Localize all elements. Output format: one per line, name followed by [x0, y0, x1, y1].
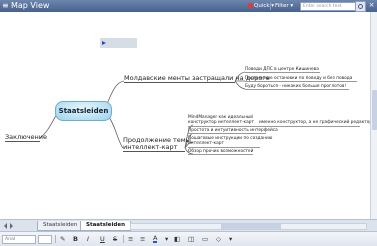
more-options-icon[interactable]: ▾: [229, 235, 232, 243]
font-color-button[interactable]: A: [153, 235, 158, 243]
subtopic-underline: [188, 147, 260, 148]
dropdown-arrow-icon[interactable]: ▾: [165, 235, 168, 243]
subtopic-underline: [245, 72, 320, 73]
subtopic-underline: [245, 81, 357, 82]
tab-staatsleiden-1[interactable]: Staatsleiden: [37, 221, 84, 231]
topic-conclusion[interactable]: Заключение: [5, 133, 47, 141]
align-left-icon[interactable]: ≡: [128, 235, 133, 243]
font-size-select[interactable]: [38, 235, 52, 244]
topic-continuation-line2[interactable]: интеллект-карт: [123, 143, 177, 151]
topic-underline: [124, 82, 235, 83]
shape-icon[interactable]: ◇: [216, 235, 221, 243]
topic-underline: [123, 151, 185, 152]
tab-prev-icon[interactable]: [4, 223, 7, 229]
font-family-select[interactable]: Arial: [2, 235, 36, 244]
subtopic-underline: [245, 89, 349, 90]
subtopic-underline: [188, 154, 253, 155]
strikethrough-button[interactable]: S: [113, 235, 117, 243]
format-toolbar: Arial ✎ B I U S ≡ ≡ A ▾ ◧ ◫ ▭ ◇ ▾: [0, 231, 377, 246]
format-painter-icon[interactable]: ✎: [60, 235, 65, 243]
border-icon[interactable]: ▭: [202, 235, 208, 243]
tab-staatsleiden-2[interactable]: Staatsleiden: [80, 221, 131, 231]
line-color-icon[interactable]: ◫: [188, 235, 194, 243]
toolbar-separator: [55, 235, 56, 243]
underline-button[interactable]: U: [100, 235, 105, 243]
toolbar-separator: [123, 235, 124, 243]
vertical-scrollbar[interactable]: [370, 12, 377, 219]
italic-button[interactable]: I: [87, 235, 89, 243]
bold-button[interactable]: B: [73, 235, 78, 243]
selected-marker[interactable]: [100, 38, 137, 48]
fill-color-icon[interactable]: ◧: [174, 235, 180, 243]
horizontal-scroll-thumb[interactable]: [221, 224, 281, 229]
subtopic-line2[interactable]: интеллект-карт: [188, 141, 224, 146]
subtopic-underline: [188, 133, 266, 134]
subtopic-underline: [188, 126, 360, 127]
topic-underline: [5, 141, 40, 142]
horizontal-scrollbar[interactable]: [130, 223, 367, 230]
subtopic-line2[interactable]: конструктор интеллект-карт: [188, 120, 254, 125]
vertical-scroll-thumb[interactable]: [372, 90, 377, 130]
tab-next-icon[interactable]: [10, 223, 13, 229]
subtopic-note[interactable]: именно конструктор, а не графический ред…: [259, 120, 372, 125]
align-center-icon[interactable]: ≡: [140, 235, 145, 243]
central-topic[interactable]: Staatsleiden: [55, 101, 112, 121]
